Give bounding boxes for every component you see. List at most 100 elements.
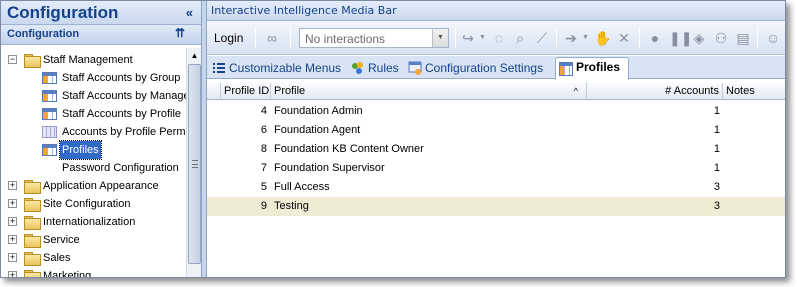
cell-profile-id: 7 xyxy=(260,162,267,174)
table-row[interactable]: 5 Full Access 3 xyxy=(207,178,785,197)
private-icon[interactable]: ◈ xyxy=(691,30,707,46)
user-status-icon[interactable]: ☺ xyxy=(765,30,781,46)
cell-profile: Foundation KB Content Owner xyxy=(274,143,424,155)
cell-accounts: 1 xyxy=(713,105,720,117)
tree-item-label: Profiles xyxy=(59,140,102,160)
tree-item-label: Password Configuration xyxy=(62,162,179,174)
search-icon[interactable]: ⌕ xyxy=(512,30,528,46)
expand-node-icon[interactable]: + xyxy=(8,199,17,208)
column-header-accounts[interactable]: # Accounts xyxy=(587,83,723,100)
tree-item-label: Staff Accounts by Profile xyxy=(62,108,182,120)
folder-icon xyxy=(24,270,41,277)
tree-item-accounts-by-profile-permissions[interactable]: Accounts by Profile Permissions xyxy=(1,123,186,141)
disconnect-icon[interactable]: ✕ xyxy=(616,30,632,46)
microphone-icon[interactable]: ⟋ xyxy=(534,30,550,46)
collapse-node-icon[interactable]: − xyxy=(8,55,17,64)
tab-label: Rules xyxy=(368,61,399,75)
expand-node-icon[interactable]: + xyxy=(8,235,17,244)
tree-item-sales[interactable]: + Sales xyxy=(1,249,186,267)
tree-item-staff-accounts-by-profile[interactable]: Staff Accounts by Profile xyxy=(1,105,186,123)
expand-node-icon[interactable]: + xyxy=(8,271,17,277)
table-row[interactable]: 8 Foundation KB Content Owner 1 xyxy=(207,140,785,159)
cell-accounts: 3 xyxy=(713,200,720,212)
pause-icon[interactable]: ❚❚ xyxy=(669,30,692,46)
cell-notes xyxy=(726,140,785,159)
tab-profiles[interactable]: Profiles xyxy=(555,57,629,80)
tree-item-label: Internationalization xyxy=(43,216,136,228)
cell-profile-id: 8 xyxy=(260,143,267,155)
tab-label: Customizable Menus xyxy=(229,61,342,75)
row-indicator-header xyxy=(207,83,221,100)
pickup-icon[interactable]: ↪ xyxy=(460,30,476,46)
tree-item-site-configuration[interactable]: + Site Configuration xyxy=(1,195,186,213)
media-bar-toolbar: Login ∞ No interactions ▼ ↪ ▼ ◌ ⌕ ⟋ ➔ ▼ … xyxy=(207,21,785,55)
cell-notes xyxy=(726,197,785,216)
scroll-up-arrow-icon[interactable]: ▲ xyxy=(187,48,201,63)
cell-profile: Full Access xyxy=(274,181,330,193)
tree-item-password-configuration[interactable]: Password Configuration xyxy=(1,159,186,177)
tree-item-staff-accounts-by-manager[interactable]: Staff Accounts by Manager xyxy=(1,87,186,105)
table-row[interactable]: 7 Foundation Supervisor 1 xyxy=(207,159,785,178)
tree-item-label: Sales xyxy=(43,252,71,264)
scrollbar-thumb[interactable] xyxy=(188,64,201,264)
tree-item-marketing[interactable]: + Marketing xyxy=(1,267,186,278)
record-icon[interactable]: ● xyxy=(647,30,663,46)
tree-item-label: Accounts by Profile Permissions xyxy=(62,126,186,138)
chevron-down-icon[interactable]: ▼ xyxy=(432,29,448,47)
folder-icon xyxy=(24,252,41,266)
cell-profile-id: 6 xyxy=(260,124,267,136)
tree-item-label: Marketing xyxy=(43,270,92,278)
tab-rules[interactable]: Rules xyxy=(348,59,403,79)
notes-icon[interactable]: ▤ xyxy=(735,30,751,46)
chat-bubble-icon[interactable]: ◌ xyxy=(491,30,507,46)
cell-accounts: 1 xyxy=(713,143,720,155)
table-row[interactable]: 4 Foundation Admin 1 xyxy=(207,102,785,121)
cell-accounts: 1 xyxy=(713,124,720,136)
tree-item-service[interactable]: + Service xyxy=(1,231,186,249)
tree-item-label: Site Configuration xyxy=(43,198,131,210)
column-header-notes[interactable]: Notes xyxy=(723,83,785,100)
column-header-profile-id[interactable]: Profile ID xyxy=(221,83,271,100)
chevron-down-icon[interactable]: ▼ xyxy=(479,34,486,41)
folder-icon xyxy=(24,216,41,230)
tab-configuration-settings[interactable]: Configuration Settings xyxy=(405,59,553,79)
conference-icon[interactable]: ⚇ xyxy=(713,30,729,46)
tree-item-label: Service xyxy=(43,234,80,246)
hold-icon[interactable]: ✋ xyxy=(594,30,611,46)
login-button[interactable]: Login xyxy=(214,31,243,45)
cell-profile-id: 5 xyxy=(260,181,267,193)
tree-item-application-appearance[interactable]: + Application Appearance xyxy=(1,177,186,195)
transfer-icon[interactable]: ➔ xyxy=(563,30,579,46)
content-tabs: Customizable Menus Rules Configuration S… xyxy=(207,56,785,80)
chevron-down-icon[interactable]: ▼ xyxy=(582,34,589,41)
tree-scrollbar[interactable]: ▲ xyxy=(186,48,201,277)
tree-item-label: Staff Management xyxy=(43,54,133,66)
glasses-icon[interactable]: ∞ xyxy=(264,30,280,46)
collapse-pane-button[interactable]: « xyxy=(186,5,193,20)
tree-item-staff-management[interactable]: − Staff Management xyxy=(1,51,186,69)
table-row[interactable]: 6 Foundation Agent 1 xyxy=(207,121,785,140)
tree-item-label: Staff Accounts by Manager xyxy=(62,90,186,102)
tree-item-label: Application Appearance xyxy=(43,180,159,192)
interactions-dropdown[interactable]: No interactions ▼ xyxy=(299,28,449,48)
cell-notes xyxy=(726,102,785,121)
tree-item-staff-accounts-by-group[interactable]: Staff Accounts by Group xyxy=(1,69,186,87)
configuration-tree: − Staff Management Staff Accounts by Gro… xyxy=(1,48,186,278)
expand-node-icon[interactable]: + xyxy=(8,253,17,262)
cell-profile-id: 9 xyxy=(260,200,267,212)
tab-customizable-menus[interactable]: Customizable Menus xyxy=(209,59,345,79)
tree-item-internationalization[interactable]: + Internationalization xyxy=(1,213,186,231)
toolbar-separator xyxy=(290,28,291,48)
profiles-grid: Profile ID Profile ^ # Accounts Notes 4 … xyxy=(207,80,785,277)
column-header-profile[interactable]: Profile ^ xyxy=(271,83,587,100)
column-header-label: Profile xyxy=(274,85,306,97)
collapse-section-icon[interactable]: ⇈ xyxy=(175,26,185,40)
expand-node-icon[interactable]: + xyxy=(8,181,17,190)
content-pane: Interactive Intelligence Media Bar Login… xyxy=(207,1,785,277)
cell-accounts: 3 xyxy=(713,181,720,193)
cell-notes xyxy=(726,159,785,178)
tree-item-profiles[interactable]: Profiles xyxy=(1,140,186,160)
table-row-highlighted[interactable]: 9 Testing 3 xyxy=(207,197,785,216)
configuration-section-header[interactable]: Configuration ⇈ xyxy=(1,25,201,45)
expand-node-icon[interactable]: + xyxy=(8,217,17,226)
